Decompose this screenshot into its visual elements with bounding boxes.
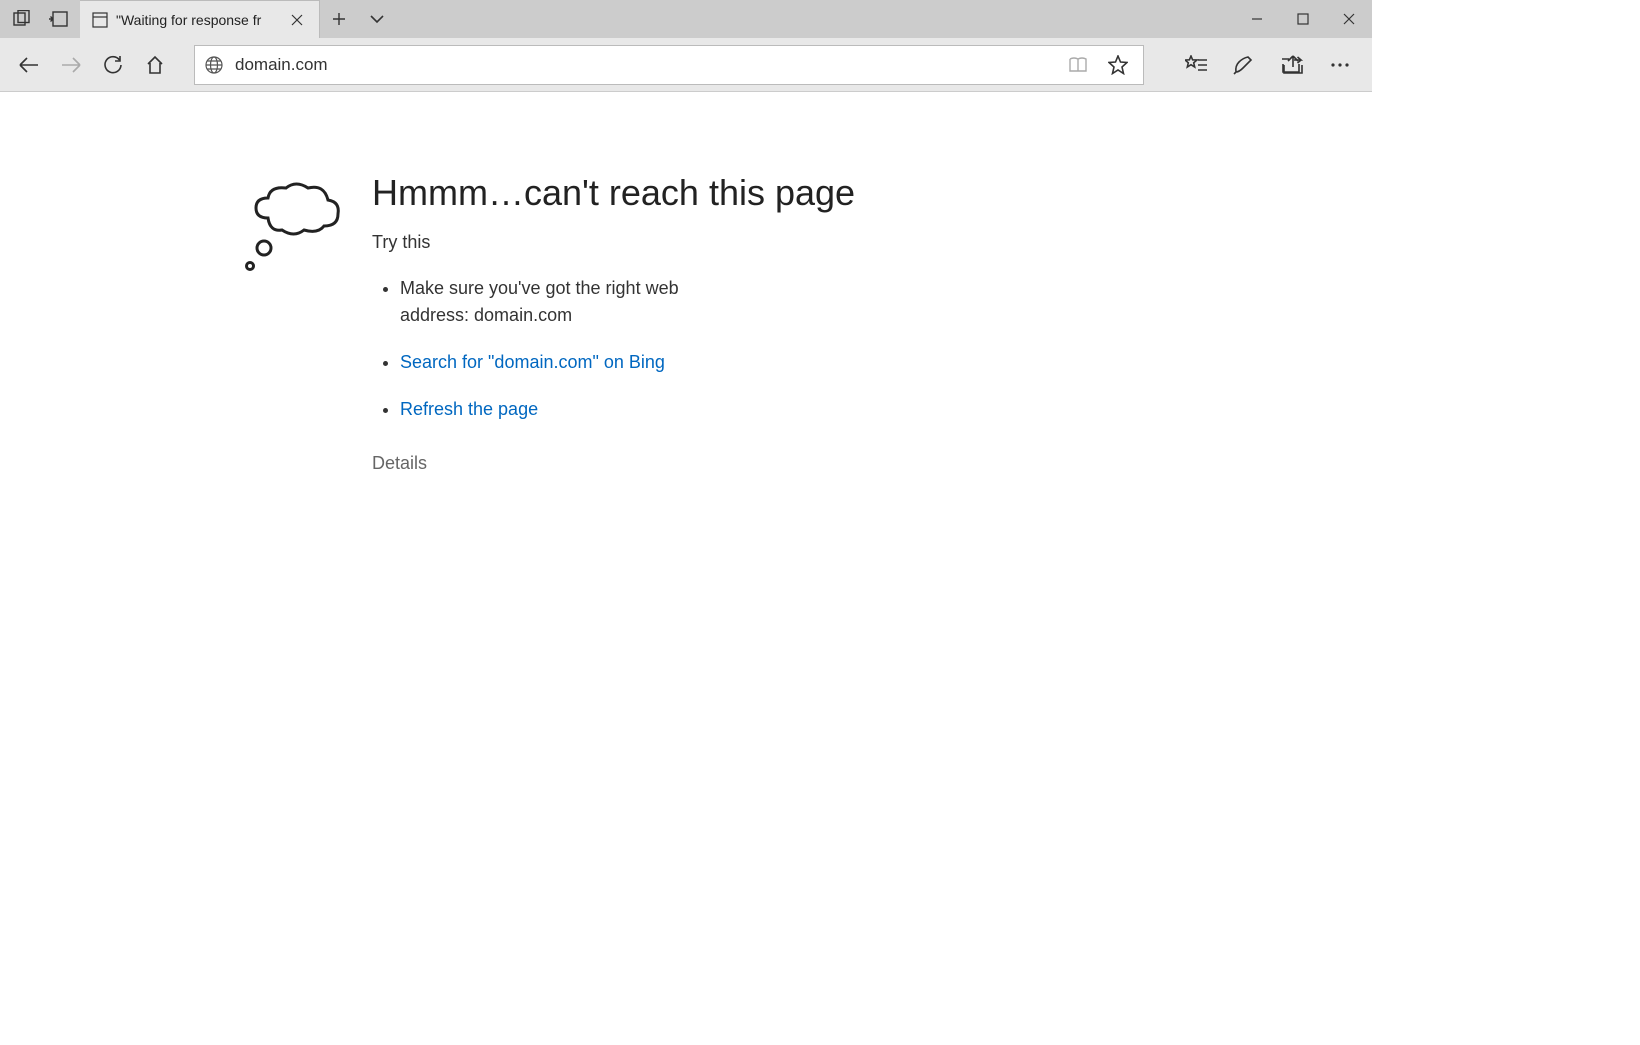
toolbar [0,38,1372,92]
error-body: Hmmm…can't reach this page Try this Make… [372,172,792,474]
search-bing-item: Search for "domain.com" on Bing [400,349,740,376]
error-title: Hmmm…can't reach this page [372,172,792,214]
tab-title: "Waiting for response fr [116,12,283,28]
page-icon [92,12,108,28]
search-bing-link[interactable]: Search for "domain.com" on Bing [400,352,665,372]
thought-cloud-icon [238,172,358,474]
tab-preview-button[interactable] [358,0,396,38]
tab-close-button[interactable] [283,6,311,34]
addressbar-actions [1063,50,1137,80]
titlebar-drag-area[interactable] [396,0,1234,38]
set-aside-tabs-button[interactable] [4,0,40,38]
minimize-button[interactable] [1234,0,1280,38]
reading-view-button[interactable] [1063,50,1093,80]
browser-tab[interactable]: "Waiting for response fr [80,0,320,38]
error-subtitle: Try this [372,232,792,253]
window-controls [1234,0,1372,38]
page-content: Hmmm…can't reach this page Try this Make… [0,92,1372,474]
check-address-item: Make sure you've got the right web addre… [400,275,740,329]
share-button[interactable] [1268,44,1316,86]
more-button[interactable] [1316,44,1364,86]
globe-icon [205,56,223,74]
tabs-set-aside-button[interactable] [40,0,76,38]
check-address-text: Make sure you've got the right web addre… [400,278,679,325]
toolbar-right [1172,44,1364,86]
forward-button[interactable] [50,44,92,86]
maximize-button[interactable] [1280,0,1326,38]
refresh-button[interactable] [92,44,134,86]
error-suggestions: Make sure you've got the right web addre… [372,275,792,423]
addressbar-container [194,45,1144,85]
address-input[interactable] [235,55,1063,75]
refresh-item: Refresh the page [400,396,740,423]
favorite-button[interactable] [1103,50,1133,80]
addressbar[interactable] [194,45,1144,85]
close-window-button[interactable] [1326,0,1372,38]
error-page: Hmmm…can't reach this page Try this Make… [238,172,792,474]
tab-actions [320,0,396,38]
back-button[interactable] [8,44,50,86]
titlebar-left [0,0,80,38]
favorites-list-button[interactable] [1172,44,1220,86]
refresh-link[interactable]: Refresh the page [400,399,538,419]
new-tab-button[interactable] [320,0,358,38]
details-toggle[interactable]: Details [372,453,792,474]
titlebar: "Waiting for response fr [0,0,1372,38]
home-button[interactable] [134,44,176,86]
notes-button[interactable] [1220,44,1268,86]
